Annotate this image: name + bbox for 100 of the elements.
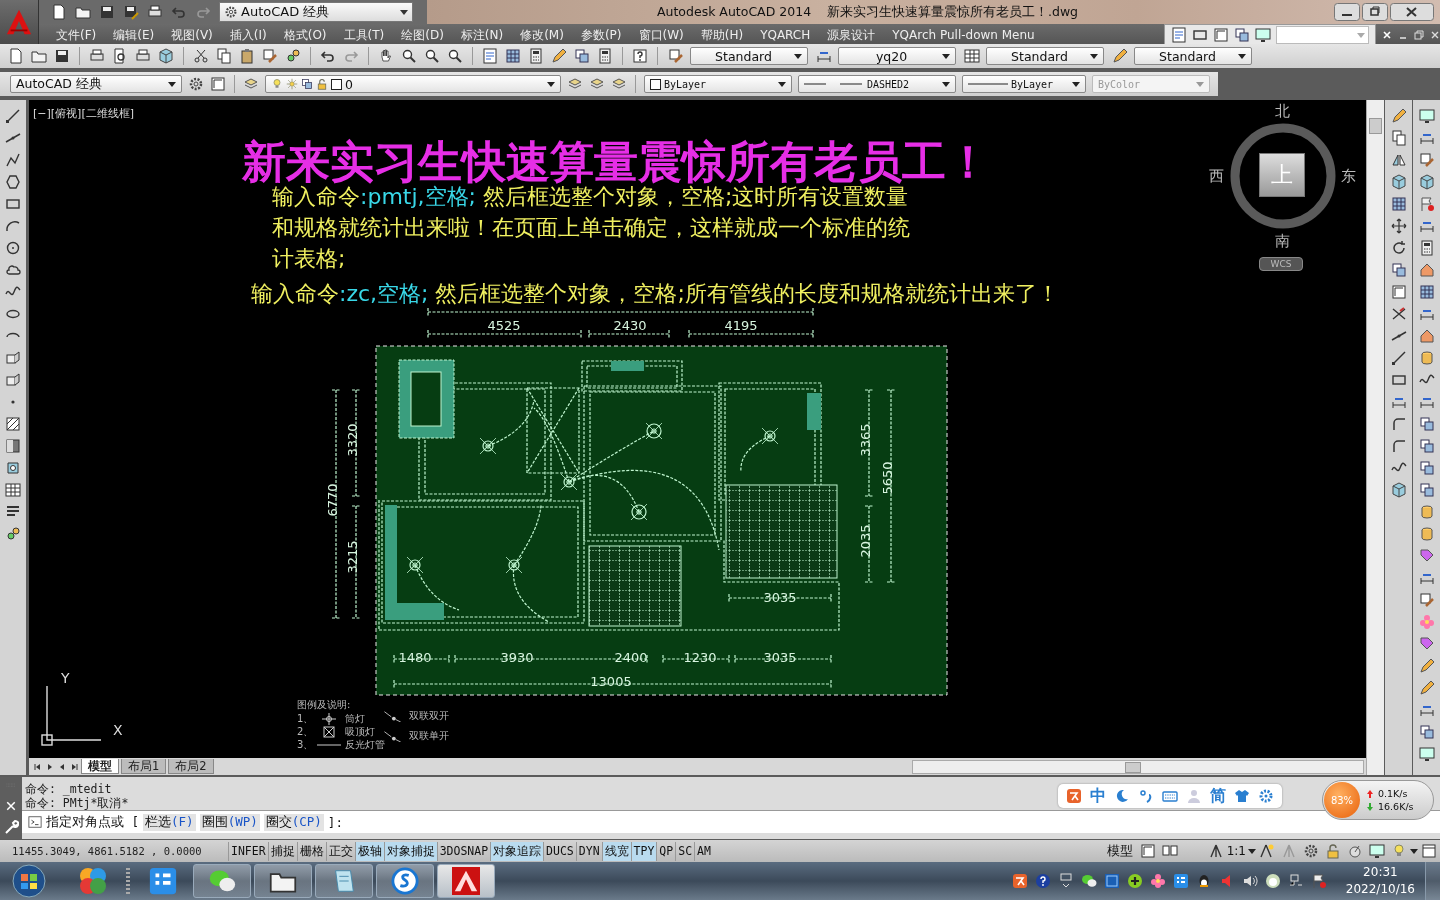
overlapping-squares-icon[interactable] xyxy=(574,48,590,64)
construction-line-icon[interactable] xyxy=(1390,328,1407,344)
style-dropdown[interactable]: Standard xyxy=(986,47,1104,65)
menu-item[interactable]: 帮助(H) xyxy=(700,26,744,44)
menu-item[interactable]: 参数(P) xyxy=(580,26,622,44)
grid-icon[interactable] xyxy=(1418,284,1435,300)
ime-mode[interactable]: 中 xyxy=(1090,785,1106,807)
overlapping-squares-icon[interactable] xyxy=(1418,482,1435,498)
workspace-dropdown[interactable]: AutoCAD 经典 xyxy=(219,2,413,22)
menu-item[interactable]: 工具(T) xyxy=(343,26,385,44)
minimize-button[interactable] xyxy=(1334,3,1360,21)
corner-icon[interactable] xyxy=(1213,27,1229,43)
page-icon[interactable] xyxy=(51,4,67,20)
layout-tab[interactable]: 布局2 xyxy=(168,759,214,774)
calculator-icon[interactable] xyxy=(597,48,613,64)
polyline-icon[interactable] xyxy=(5,152,21,168)
command-option[interactable]: 圈交(CP) xyxy=(263,813,324,831)
cylinder-icon[interactable] xyxy=(1418,526,1435,542)
menu-item[interactable]: 编辑(E) xyxy=(113,26,155,44)
cylinder-icon[interactable] xyxy=(1418,504,1435,520)
trim-icon[interactable] xyxy=(1390,306,1407,322)
pencil-icon[interactable] xyxy=(1418,680,1435,696)
layer-dropdown[interactable]: 0 xyxy=(265,75,561,93)
scroll-thumb[interactable] xyxy=(1369,118,1382,134)
restore-icon[interactable] xyxy=(1414,30,1424,40)
save-icon[interactable] xyxy=(54,48,70,64)
shirt-icon[interactable] xyxy=(1234,788,1250,804)
square-panel-icon[interactable] xyxy=(1103,873,1120,889)
dropdown-field[interactable] xyxy=(1276,26,1369,44)
status-toggle[interactable]: 对象捕捉 xyxy=(383,841,437,861)
printer-icon[interactable] xyxy=(135,48,151,64)
status-toggle[interactable]: DUCS xyxy=(543,841,576,861)
moon-icon[interactable] xyxy=(1114,788,1130,804)
restore-button[interactable] xyxy=(1362,3,1388,21)
tag-icon[interactable] xyxy=(1418,548,1435,564)
close-icon[interactable] xyxy=(1430,30,1440,40)
status-toggle[interactable]: TPY xyxy=(630,841,657,861)
status-toggle[interactable]: 线宽 xyxy=(601,841,631,861)
color-dropdown[interactable]: ByLayer xyxy=(644,75,792,93)
cube-icon[interactable] xyxy=(158,48,174,64)
corner-icon[interactable] xyxy=(210,76,226,92)
brush-icon[interactable] xyxy=(262,48,278,64)
mirror-icon[interactable] xyxy=(1390,152,1407,168)
viewport-label[interactable]: [−][俯视][二维线框] xyxy=(33,106,134,121)
pencil-icon[interactable] xyxy=(1112,48,1128,64)
menu-item[interactable]: 格式(O) xyxy=(283,26,327,44)
annotation-scale[interactable]: 1:1 xyxy=(1226,844,1246,858)
copy-icon[interactable] xyxy=(216,48,232,64)
menu-item[interactable]: 文件(F) xyxy=(56,26,97,44)
two-panes-icon[interactable] xyxy=(1161,843,1178,859)
style-dropdown[interactable]: yq20 xyxy=(838,47,956,65)
selection-icon[interactable] xyxy=(285,48,301,64)
overlapping-squares-icon[interactable] xyxy=(1390,262,1407,278)
sheet-icon[interactable] xyxy=(482,48,498,64)
undo-icon[interactable] xyxy=(320,48,336,64)
status-toggle[interactable]: INFER xyxy=(228,841,268,861)
lineweight-dropdown[interactable]: ByLayer xyxy=(962,75,1086,93)
monitor-icon[interactable] xyxy=(1418,108,1435,124)
corner-icon[interactable] xyxy=(1390,284,1407,300)
status-toggle[interactable]: 正交 xyxy=(325,841,355,861)
film-app-icon[interactable] xyxy=(148,866,178,896)
page-icon[interactable] xyxy=(8,48,24,64)
taskbar-button[interactable] xyxy=(254,864,312,898)
status-toggle[interactable]: SC xyxy=(675,841,695,861)
circle-icon[interactable] xyxy=(5,240,21,256)
line-icon[interactable] xyxy=(1390,350,1407,366)
linetype-dropdown[interactable]: DASHED2 xyxy=(798,75,956,93)
fillet-icon[interactable] xyxy=(1390,416,1407,432)
line-icon[interactable] xyxy=(5,108,21,124)
zoom-icon[interactable] xyxy=(401,48,417,64)
ime-script[interactable]: 简 xyxy=(1210,785,1226,807)
start-button[interactable] xyxy=(12,864,46,898)
style-dropdown[interactable]: Standard xyxy=(1134,47,1252,65)
menu-item[interactable]: 绘图(D) xyxy=(401,26,444,44)
clock[interactable]: 20:31 2022/10/16 xyxy=(1345,864,1415,898)
block-icon[interactable] xyxy=(5,350,21,366)
folder-icon[interactable] xyxy=(31,48,47,64)
menu-item[interactable]: 窗口(W) xyxy=(638,26,684,44)
style-dropdown[interactable]: Standard xyxy=(690,47,808,65)
fillet-icon[interactable] xyxy=(1390,438,1407,454)
monitor-icon[interactable] xyxy=(1369,843,1385,859)
overlapping-squares-icon[interactable] xyxy=(1418,416,1435,432)
brush-icon[interactable] xyxy=(1418,592,1435,608)
status-toggle[interactable]: AM xyxy=(694,841,713,861)
cylinder-icon[interactable] xyxy=(1418,350,1435,366)
command-option[interactable]: 栏选(F) xyxy=(143,813,196,831)
hand-icon[interactable] xyxy=(378,48,394,64)
status-toggle[interactable]: 对象追踪 xyxy=(490,841,544,861)
pencil-icon[interactable] xyxy=(551,48,567,64)
application-menu-button[interactable] xyxy=(0,0,39,44)
cloud-icon[interactable] xyxy=(5,262,21,278)
pencil-icon[interactable] xyxy=(1390,108,1407,124)
block-icon[interactable] xyxy=(5,372,21,388)
settings-icon[interactable] xyxy=(1303,843,1319,859)
face-badge-icon[interactable] xyxy=(1264,873,1281,889)
cube-icon[interactable] xyxy=(1390,174,1407,190)
wrench-icon[interactable] xyxy=(3,819,19,836)
speaker-icon[interactable] xyxy=(1241,873,1258,889)
rectangle-icon[interactable] xyxy=(1192,27,1208,43)
menu-item[interactable]: 插入(I) xyxy=(229,26,267,44)
